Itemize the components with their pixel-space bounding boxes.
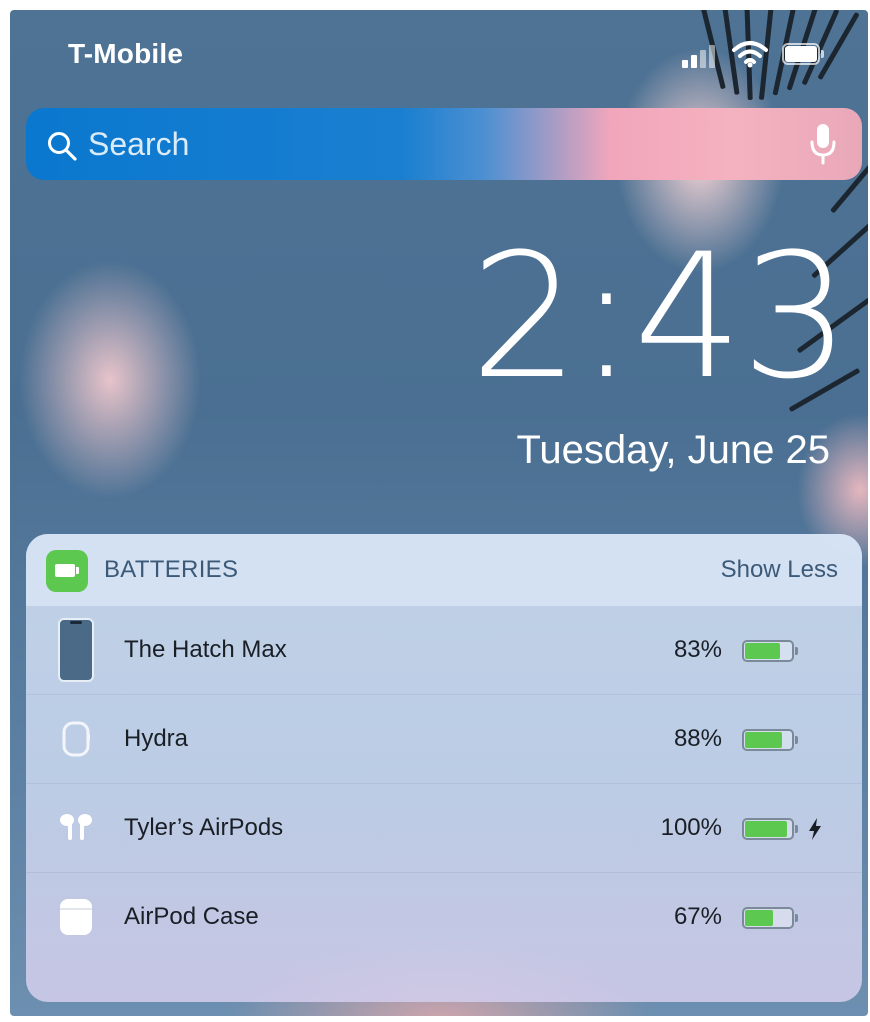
battery-icon — [782, 43, 826, 67]
charging-bolt-icon — [809, 818, 821, 840]
device-name: AirPod Case — [124, 903, 259, 930]
device-battery-icon — [742, 818, 800, 842]
search-bar[interactable] — [26, 108, 862, 180]
carrier-name: T-Mobile — [68, 38, 184, 69]
device-row: AirPod Case 67% — [26, 873, 862, 961]
device-battery-icon — [742, 729, 800, 753]
device-name: Hydra — [124, 725, 189, 752]
search-icon — [48, 132, 77, 161]
device-row: The Hatch Max 83% — [26, 606, 862, 695]
show-less-button[interactable]: Show Less — [721, 556, 838, 584]
device-row: Hydra 88% — [26, 695, 862, 784]
airpods-icon — [60, 814, 92, 840]
batteries-app-icon — [46, 550, 88, 592]
device-row: Tyler’s AirPods 100% — [26, 784, 862, 873]
apple-watch-icon — [62, 721, 90, 757]
device-battery-icon — [742, 640, 800, 664]
status-bar: T-Mobile — [10, 10, 868, 100]
microphone-icon[interactable] — [808, 122, 838, 166]
battery-percent: 88% — [673, 725, 722, 752]
widget-header: BATTERIES Show Less — [26, 534, 862, 606]
lock-screen-date: Tuesday, June 25 — [516, 428, 830, 472]
device-list: The Hatch Max 83% Hydra 88% Tyler’s AirP… — [26, 606, 862, 961]
batteries-widget: BATTERIES Show Less The Hatch Max 83% Hy… — [26, 534, 862, 1002]
device-battery-icon — [742, 907, 800, 931]
airpod-case-icon — [60, 899, 92, 935]
iphone-icon — [58, 618, 94, 682]
battery-percent: 67% — [673, 903, 722, 930]
lock-screen: T-Mobile 2:43 — [10, 10, 868, 1016]
device-name: Tyler’s AirPods — [124, 814, 284, 841]
wifi-icon — [732, 41, 768, 68]
device-name: The Hatch Max — [124, 636, 287, 663]
signal-bars-icon — [682, 44, 718, 68]
battery-percent: 100% — [660, 814, 722, 841]
lock-screen-time: 2:43 — [470, 216, 850, 417]
search-input[interactable] — [88, 124, 728, 164]
widget-title: BATTERIES — [104, 556, 239, 583]
battery-percent: 83% — [673, 636, 722, 663]
